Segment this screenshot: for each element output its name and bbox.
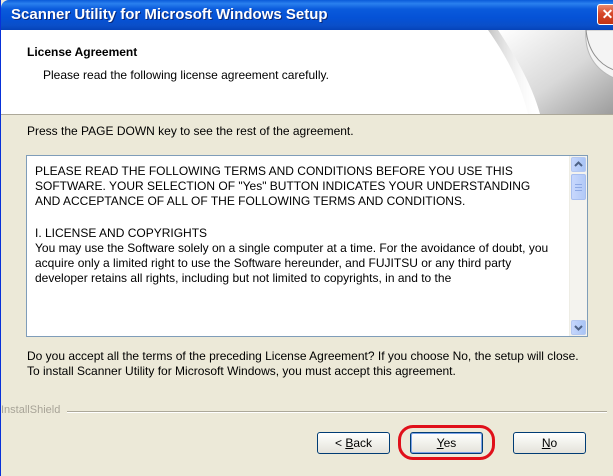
license-paragraph: PLEASE READ THE FOLLOWING TERMS AND COND…: [35, 164, 533, 208]
license-scrollbar[interactable]: [569, 156, 587, 336]
license-content: PLEASE READ THE FOLLOWING TERMS AND COND…: [35, 164, 557, 286]
footer-divider: [67, 411, 607, 413]
yes-highlight-annotation: [398, 425, 495, 460]
grip-line: [575, 187, 582, 188]
close-icon: ✕: [601, 6, 613, 22]
close-button[interactable]: ✕: [597, 4, 613, 25]
scroll-thumb[interactable]: [571, 174, 586, 200]
license-section-body: You may use the Software solely on a sin…: [35, 241, 549, 285]
instruction-text: Press the PAGE DOWN key to see the rest …: [27, 124, 354, 138]
scroll-down-button[interactable]: [571, 320, 586, 335]
setup-banner-icon: [488, 30, 613, 114]
page-subtitle: Please read the following license agreem…: [43, 68, 329, 82]
license-section-title: I. LICENSE AND COPYRIGHTS: [35, 226, 208, 240]
installshield-label: InstallShield: [1, 404, 61, 416]
license-text-box[interactable]: PLEASE READ THE FOLLOWING TERMS AND COND…: [26, 155, 588, 337]
title-bar[interactable]: Scanner Utility for Microsoft Windows Se…: [1, 0, 613, 30]
back-button[interactable]: < Back: [317, 432, 390, 454]
no-label: o: [550, 436, 558, 450]
header-panel: License Agreement Please read the follow…: [1, 30, 613, 115]
grip-line: [575, 190, 582, 191]
scroll-down-icon: [574, 325, 583, 331]
window-title: Scanner Utility for Microsoft Windows Se…: [11, 6, 328, 23]
scroll-up-button[interactable]: [571, 157, 586, 172]
accept-question: Do you accept all the terms of the prece…: [27, 349, 579, 378]
back-prefix: <: [334, 436, 346, 450]
no-button[interactable]: No: [513, 432, 586, 454]
setup-window: Scanner Utility for Microsoft Windows Se…: [0, 0, 613, 476]
page-title: License Agreement: [27, 45, 138, 59]
back-label: ack: [353, 436, 373, 450]
grip-line: [575, 184, 582, 185]
scroll-up-icon: [574, 161, 583, 167]
